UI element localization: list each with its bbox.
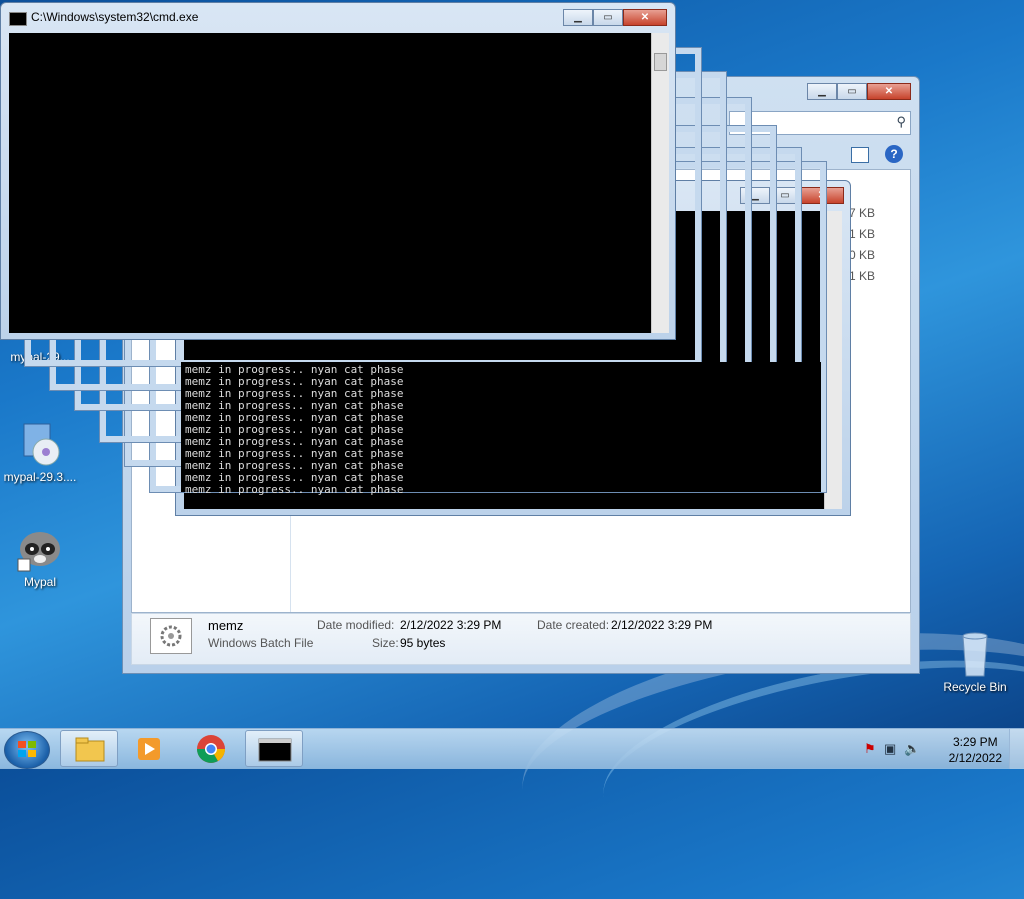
show-desktop-button[interactable] [1009,729,1024,769]
maximize-button[interactable]: ▭ [837,83,867,100]
raccoon-icon [16,525,64,573]
scrollbar-thumb[interactable] [654,53,667,71]
file-size: 0 KB [849,248,876,262]
windows-logo-icon [18,741,36,757]
window-controls: ▁ ▭ ✕ [563,9,667,27]
taskbar-cmd-button[interactable] [245,730,303,767]
minimize-button[interactable]: ▁ [807,83,837,100]
desktop-icon-label: mypal-29.3.... [3,470,77,484]
minimize-button[interactable]: ▁ [563,9,593,26]
action-center-flag-icon[interactable]: ⚑ [864,741,876,757]
search-icon: ⚲ [896,114,906,129]
file-size: 7 KB [849,206,876,220]
window-controls: ▁ ▭ ✕ [807,83,911,101]
console-line: memz in progress.. nyan cat phase [185,483,404,496]
desktop-icon-mypal-installer-2[interactable]: mypal-29.3.... [0,420,80,484]
close-button[interactable]: ✕ [623,9,667,26]
desktop-icon-mypal[interactable]: Mypal [0,525,80,589]
preview-pane-icon[interactable] [851,147,869,163]
file-size: 1 KB [849,227,876,241]
details-date-created: 2/12/2022 3:29 PM [611,618,713,632]
cmd-icon [9,12,27,26]
batch-file-icon [150,618,192,654]
cmd-window[interactable]: C:\Windows\system32\cmd.exe ▁ ▭ ✕ [0,2,676,340]
window-title: C:\Windows\system32\cmd.exe [31,10,199,24]
clock-time: 3:29 PM [952,735,998,749]
scrollbar[interactable] [824,211,842,509]
details-size: 95 bytes [400,636,446,650]
close-button[interactable]: ✕ [867,83,911,100]
help-icon[interactable]: ? [885,145,903,163]
chrome-icon [197,735,225,763]
details-file-name: memz [208,618,244,633]
taskbar-media-player-button[interactable] [120,730,178,767]
start-button[interactable] [4,731,50,769]
clock[interactable]: 3:29 PM 2/12/2022 [949,734,1002,766]
details-date-modified-label: Date modified: [317,618,395,632]
taskbar: ⚑ ▣ 🔈 3:29 PM 2/12/2022 [0,728,1024,769]
maximize-button[interactable]: ▭ [593,9,623,26]
details-date-created-label: Date created: [537,618,610,632]
taskbar-chrome-button[interactable] [182,730,240,767]
cmd-icon [258,738,292,762]
details-date-modified: 2/12/2022 3:29 PM [400,618,502,632]
details-file-type: Windows Batch File [208,636,314,650]
clock-date: 2/12/2022 [948,751,1002,765]
recycle-bin-icon [951,630,999,678]
details-pane: memz Windows Batch File Date modified: 2… [131,613,911,665]
media-player-icon [138,738,160,760]
console-area[interactable] [9,33,651,333]
folder-icon [75,737,105,762]
details-size-label: Size: [372,636,399,650]
installer-cd-icon [16,420,64,468]
volume-icon[interactable]: 🔈 [904,741,920,757]
desktop-icon-label: Mypal [23,575,56,589]
file-size: 1 KB [849,269,876,283]
desktop-icon-label: Recycle Bin [943,680,1007,694]
desktop-icon-recycle-bin[interactable]: Recycle Bin [935,630,1015,694]
taskbar-explorer-button[interactable] [60,730,118,767]
network-icon[interactable]: ▣ [884,741,896,757]
system-tray: ⚑ ▣ 🔈 3:29 PM 2/12/2022 [854,729,1024,769]
scrollbar[interactable] [651,33,669,333]
